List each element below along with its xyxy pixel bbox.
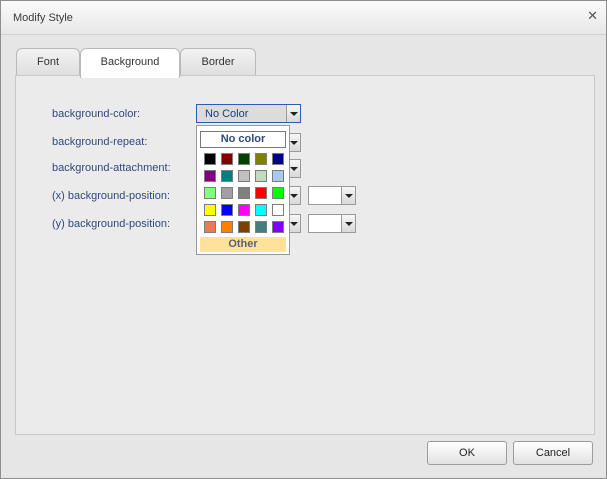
- modify-style-dialog: Modify Style ✕ Font Background Border ba…: [0, 0, 607, 479]
- color-swatch[interactable]: [238, 170, 250, 182]
- color-swatch[interactable]: [204, 221, 216, 233]
- tab-border[interactable]: Border: [180, 48, 256, 76]
- y-position-unit-select[interactable]: [308, 214, 356, 233]
- color-swatch[interactable]: [255, 153, 267, 165]
- tab-background[interactable]: Background: [80, 48, 180, 78]
- color-swatch[interactable]: [255, 170, 267, 182]
- color-swatch[interactable]: [272, 221, 284, 233]
- no-color-button[interactable]: No color: [200, 131, 286, 148]
- background-panel: [15, 75, 595, 435]
- background-attachment-label: background-attachment:: [52, 162, 171, 174]
- dialog-title: Modify Style: [13, 12, 73, 24]
- tab-font[interactable]: Font: [16, 48, 80, 76]
- ok-button[interactable]: OK: [427, 441, 507, 465]
- color-swatch[interactable]: [272, 170, 284, 182]
- color-swatch[interactable]: [221, 221, 233, 233]
- color-swatch[interactable]: [204, 153, 216, 165]
- close-icon[interactable]: ✕: [587, 8, 598, 24]
- y-position-label: (y) background-position:: [52, 218, 171, 230]
- color-swatch[interactable]: [221, 170, 233, 182]
- background-repeat-label: background-repeat:: [52, 136, 148, 148]
- background-color-select[interactable]: No Color: [196, 104, 301, 123]
- background-color-value: No Color: [205, 108, 249, 120]
- color-swatch[interactable]: [255, 221, 267, 233]
- chevron-down-icon[interactable]: [286, 105, 300, 122]
- x-position-unit-select[interactable]: [308, 186, 356, 205]
- color-swatch[interactable]: [272, 187, 284, 199]
- color-swatch[interactable]: [221, 153, 233, 165]
- color-swatch[interactable]: [272, 204, 284, 216]
- color-swatch[interactable]: [272, 153, 284, 165]
- color-swatch[interactable]: [255, 187, 267, 199]
- color-swatch[interactable]: [204, 187, 216, 199]
- color-swatch[interactable]: [221, 187, 233, 199]
- cancel-button[interactable]: Cancel: [513, 441, 593, 465]
- other-color-button[interactable]: Other: [200, 237, 286, 252]
- color-swatch[interactable]: [238, 153, 250, 165]
- chevron-down-icon[interactable]: [341, 187, 355, 204]
- color-swatch[interactable]: [238, 204, 250, 216]
- color-picker-dropdown: No color Other: [196, 125, 290, 255]
- color-swatch[interactable]: [255, 204, 267, 216]
- color-swatch[interactable]: [204, 170, 216, 182]
- color-swatch[interactable]: [238, 221, 250, 233]
- background-color-label: background-color:: [52, 108, 141, 120]
- x-position-label: (x) background-position:: [52, 190, 171, 202]
- titlebar: Modify Style ✕: [1, 1, 606, 35]
- color-swatch[interactable]: [221, 204, 233, 216]
- color-swatch[interactable]: [238, 187, 250, 199]
- chevron-down-icon[interactable]: [341, 215, 355, 232]
- color-swatch[interactable]: [204, 204, 216, 216]
